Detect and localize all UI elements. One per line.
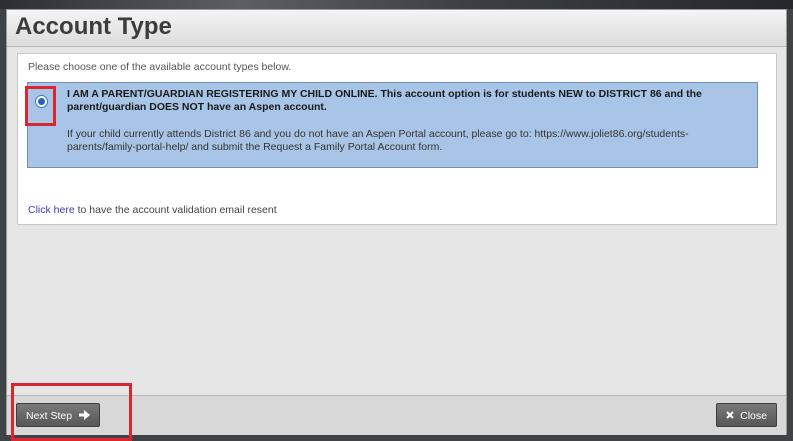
resend-email-text: Click here to have the account validatio… <box>28 204 277 216</box>
dialog-title: Account Type <box>15 13 172 40</box>
account-option-parent-new[interactable]: I AM A PARENT/GUARDIAN REGISTERING MY CH… <box>25 82 758 168</box>
dialog-titlebar: Account Type <box>7 10 786 47</box>
radio-selected-dot <box>38 98 45 105</box>
account-option-description: If your child currently attends District… <box>67 128 689 153</box>
x-icon <box>726 411 734 419</box>
account-option-radio[interactable] <box>35 95 48 108</box>
account-option-title: I AM A PARENT/GUARDIAN REGISTERING MY CH… <box>67 88 702 113</box>
next-step-label: Next Step <box>26 410 73 422</box>
account-options-panel: Please choose one of the available accou… <box>17 53 777 225</box>
close-button[interactable]: Close <box>716 403 777 427</box>
close-label: Close <box>740 410 767 422</box>
background-header-strip <box>0 0 793 9</box>
resend-email-link[interactable]: Click here <box>28 204 75 216</box>
dialog-footer: Next Step Close <box>7 395 786 435</box>
arrow-right-icon <box>79 410 91 420</box>
resend-email-suffix: to have the account validation email res… <box>74 204 277 216</box>
instructions-text: Please choose one of the available accou… <box>28 61 292 73</box>
next-step-button[interactable]: Next Step <box>16 403 101 427</box>
account-type-dialog: Account Type Please choose one of the av… <box>6 9 787 441</box>
